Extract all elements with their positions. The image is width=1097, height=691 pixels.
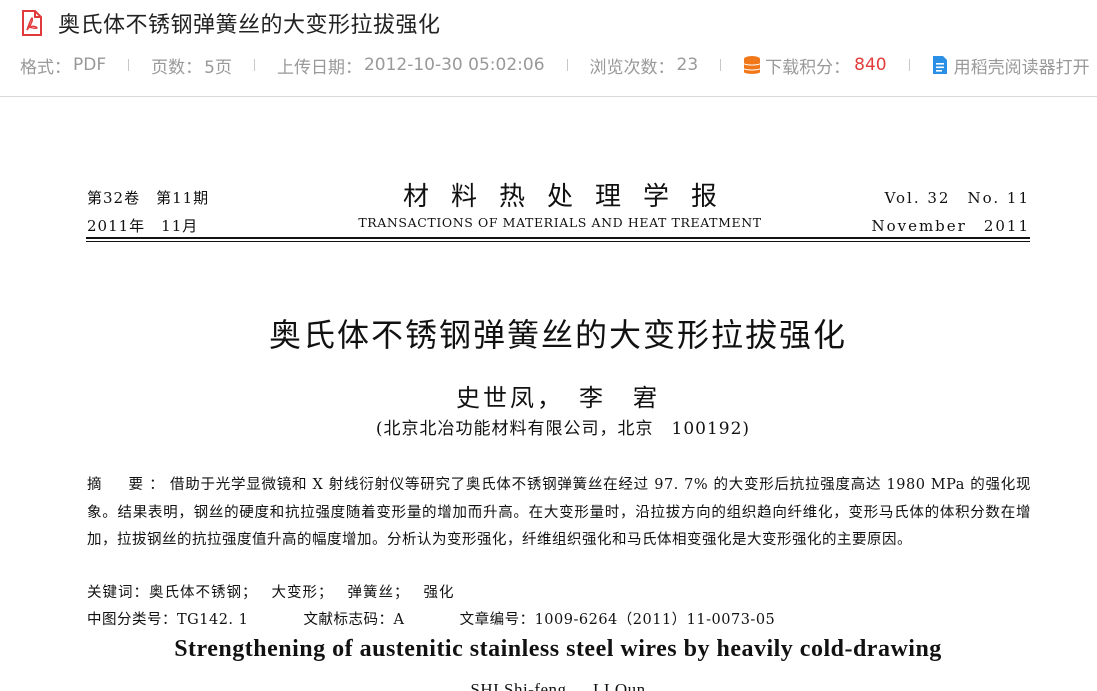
format-value: PDF bbox=[73, 55, 107, 75]
coins-icon bbox=[743, 55, 761, 75]
paper-title-en: Strengthening of austenitic stainless st… bbox=[174, 636, 942, 662]
keyword: 大变形； bbox=[271, 585, 334, 601]
article-number: 文章编号：1009-6264（2011）11-0073-05 bbox=[459, 612, 776, 628]
download-points-value: 840 bbox=[854, 55, 887, 75]
pages-value: 5页 bbox=[204, 57, 232, 78]
upload-date-info: 上传日期： 2012-10-30 05:02:06 bbox=[277, 53, 545, 78]
paper-affiliation: (北京北冶功能材料有限公司，北京 100192) bbox=[375, 419, 751, 439]
pages-label: 页数： bbox=[151, 57, 203, 78]
volume-issue-en: Vol. 32 No. 11 bbox=[884, 189, 1030, 207]
views-value: 23 bbox=[676, 55, 699, 75]
divider bbox=[253, 59, 255, 71]
header-rule bbox=[86, 237, 1030, 239]
abstract-label: 摘 要： bbox=[87, 477, 170, 493]
paper-title: 奥氏体不锈钢弹簧丝的大变形拉拔强化 bbox=[268, 316, 847, 354]
document-header: 奥氏体不锈钢弹簧丝的大变形拉拔强化 格式： PDF 页数： 5页 上传日期： 2… bbox=[0, 0, 1097, 97]
open-in-reader-link[interactable]: 用稻壳阅读器打开 bbox=[932, 53, 1090, 78]
volume-issue-cn: 第32卷 第11期 bbox=[87, 189, 210, 207]
document-title: 奥氏体不锈钢弹簧丝的大变形拉拔强化 bbox=[58, 13, 441, 38]
views-info: 浏览次数： 23 bbox=[590, 53, 699, 78]
document-icon bbox=[932, 55, 948, 75]
keywords-label: 关键词： bbox=[87, 585, 149, 601]
journal-issue-en: Vol. 32 No. 11 November 2011 bbox=[871, 184, 1030, 240]
classification-line: 中图分类号：TG142. 1 文献标志码：A 文章编号：1009-6264（20… bbox=[87, 608, 825, 629]
download-points-info: 下载积分： 840 bbox=[743, 53, 887, 78]
keyword: 弹簧丝； bbox=[347, 585, 410, 601]
journal-issue-cn: 第32卷 第11期 2011年 11月 bbox=[87, 184, 209, 240]
paper-authors-en: SHI Shi-feng， LI Qun bbox=[470, 680, 646, 691]
divider bbox=[128, 59, 130, 71]
abstract-text: 借助于光学显微镜和 X 射线衍射仪等研究了奥氏体不锈钢弹簧丝在经过 97. 7%… bbox=[87, 477, 1031, 548]
download-points-label: 下载积分： bbox=[765, 57, 851, 78]
date-en: November 2011 bbox=[871, 217, 1030, 235]
pdf-file-icon bbox=[20, 10, 44, 36]
abstract: 摘 要：借助于光学显微镜和 X 射线衍射仪等研究了奥氏体不锈钢弹簧丝在经过 97… bbox=[87, 472, 1031, 555]
header-rule bbox=[86, 241, 1030, 242]
views-label: 浏览次数： bbox=[589, 57, 675, 78]
open-in-reader-label: 用稻壳阅读器打开 bbox=[953, 57, 1090, 78]
keyword: 强化 bbox=[423, 585, 455, 601]
journal-masthead: 材料热处理学报 TRANSACTIONS OF MATERIALS AND HE… bbox=[340, 176, 780, 230]
upload-date-label: 上传日期： bbox=[276, 57, 362, 78]
document-meta-bar: 格式： PDF 页数： 5页 上传日期： 2012-10-30 05:02:06… bbox=[20, 52, 1090, 78]
date-cn: 2011年 11月 bbox=[87, 217, 199, 235]
clc-number: 中图分类号：TG142. 1 bbox=[87, 612, 249, 628]
format-info: 格式： PDF bbox=[20, 53, 106, 78]
journal-name-en: TRANSACTIONS OF MATERIALS AND HEAT TREAT… bbox=[358, 215, 762, 230]
upload-date-value: 2012-10-30 05:02:06 bbox=[363, 55, 545, 75]
document-title-row: 奥氏体不锈钢弹簧丝的大变形拉拔强化 bbox=[20, 8, 441, 38]
document-code: 文献标志码：A bbox=[303, 612, 405, 628]
format-label: 格式： bbox=[20, 57, 71, 78]
document-page: 第32卷 第11期 2011年 11月 材料热处理学报 TRANSACTIONS… bbox=[0, 98, 1097, 691]
pages-info: 页数： 5页 bbox=[151, 53, 232, 78]
divider bbox=[720, 59, 722, 71]
paper-authors: 史世凤， 李 宭 bbox=[456, 384, 660, 412]
keyword: 奥氏体不锈钢； bbox=[149, 585, 258, 601]
divider bbox=[566, 59, 568, 71]
keywords: 关键词：奥氏体不锈钢； 大变形； 弹簧丝； 强化 bbox=[87, 581, 469, 602]
journal-name-cn: 材料热处理学报 bbox=[402, 182, 739, 212]
divider bbox=[908, 59, 910, 71]
